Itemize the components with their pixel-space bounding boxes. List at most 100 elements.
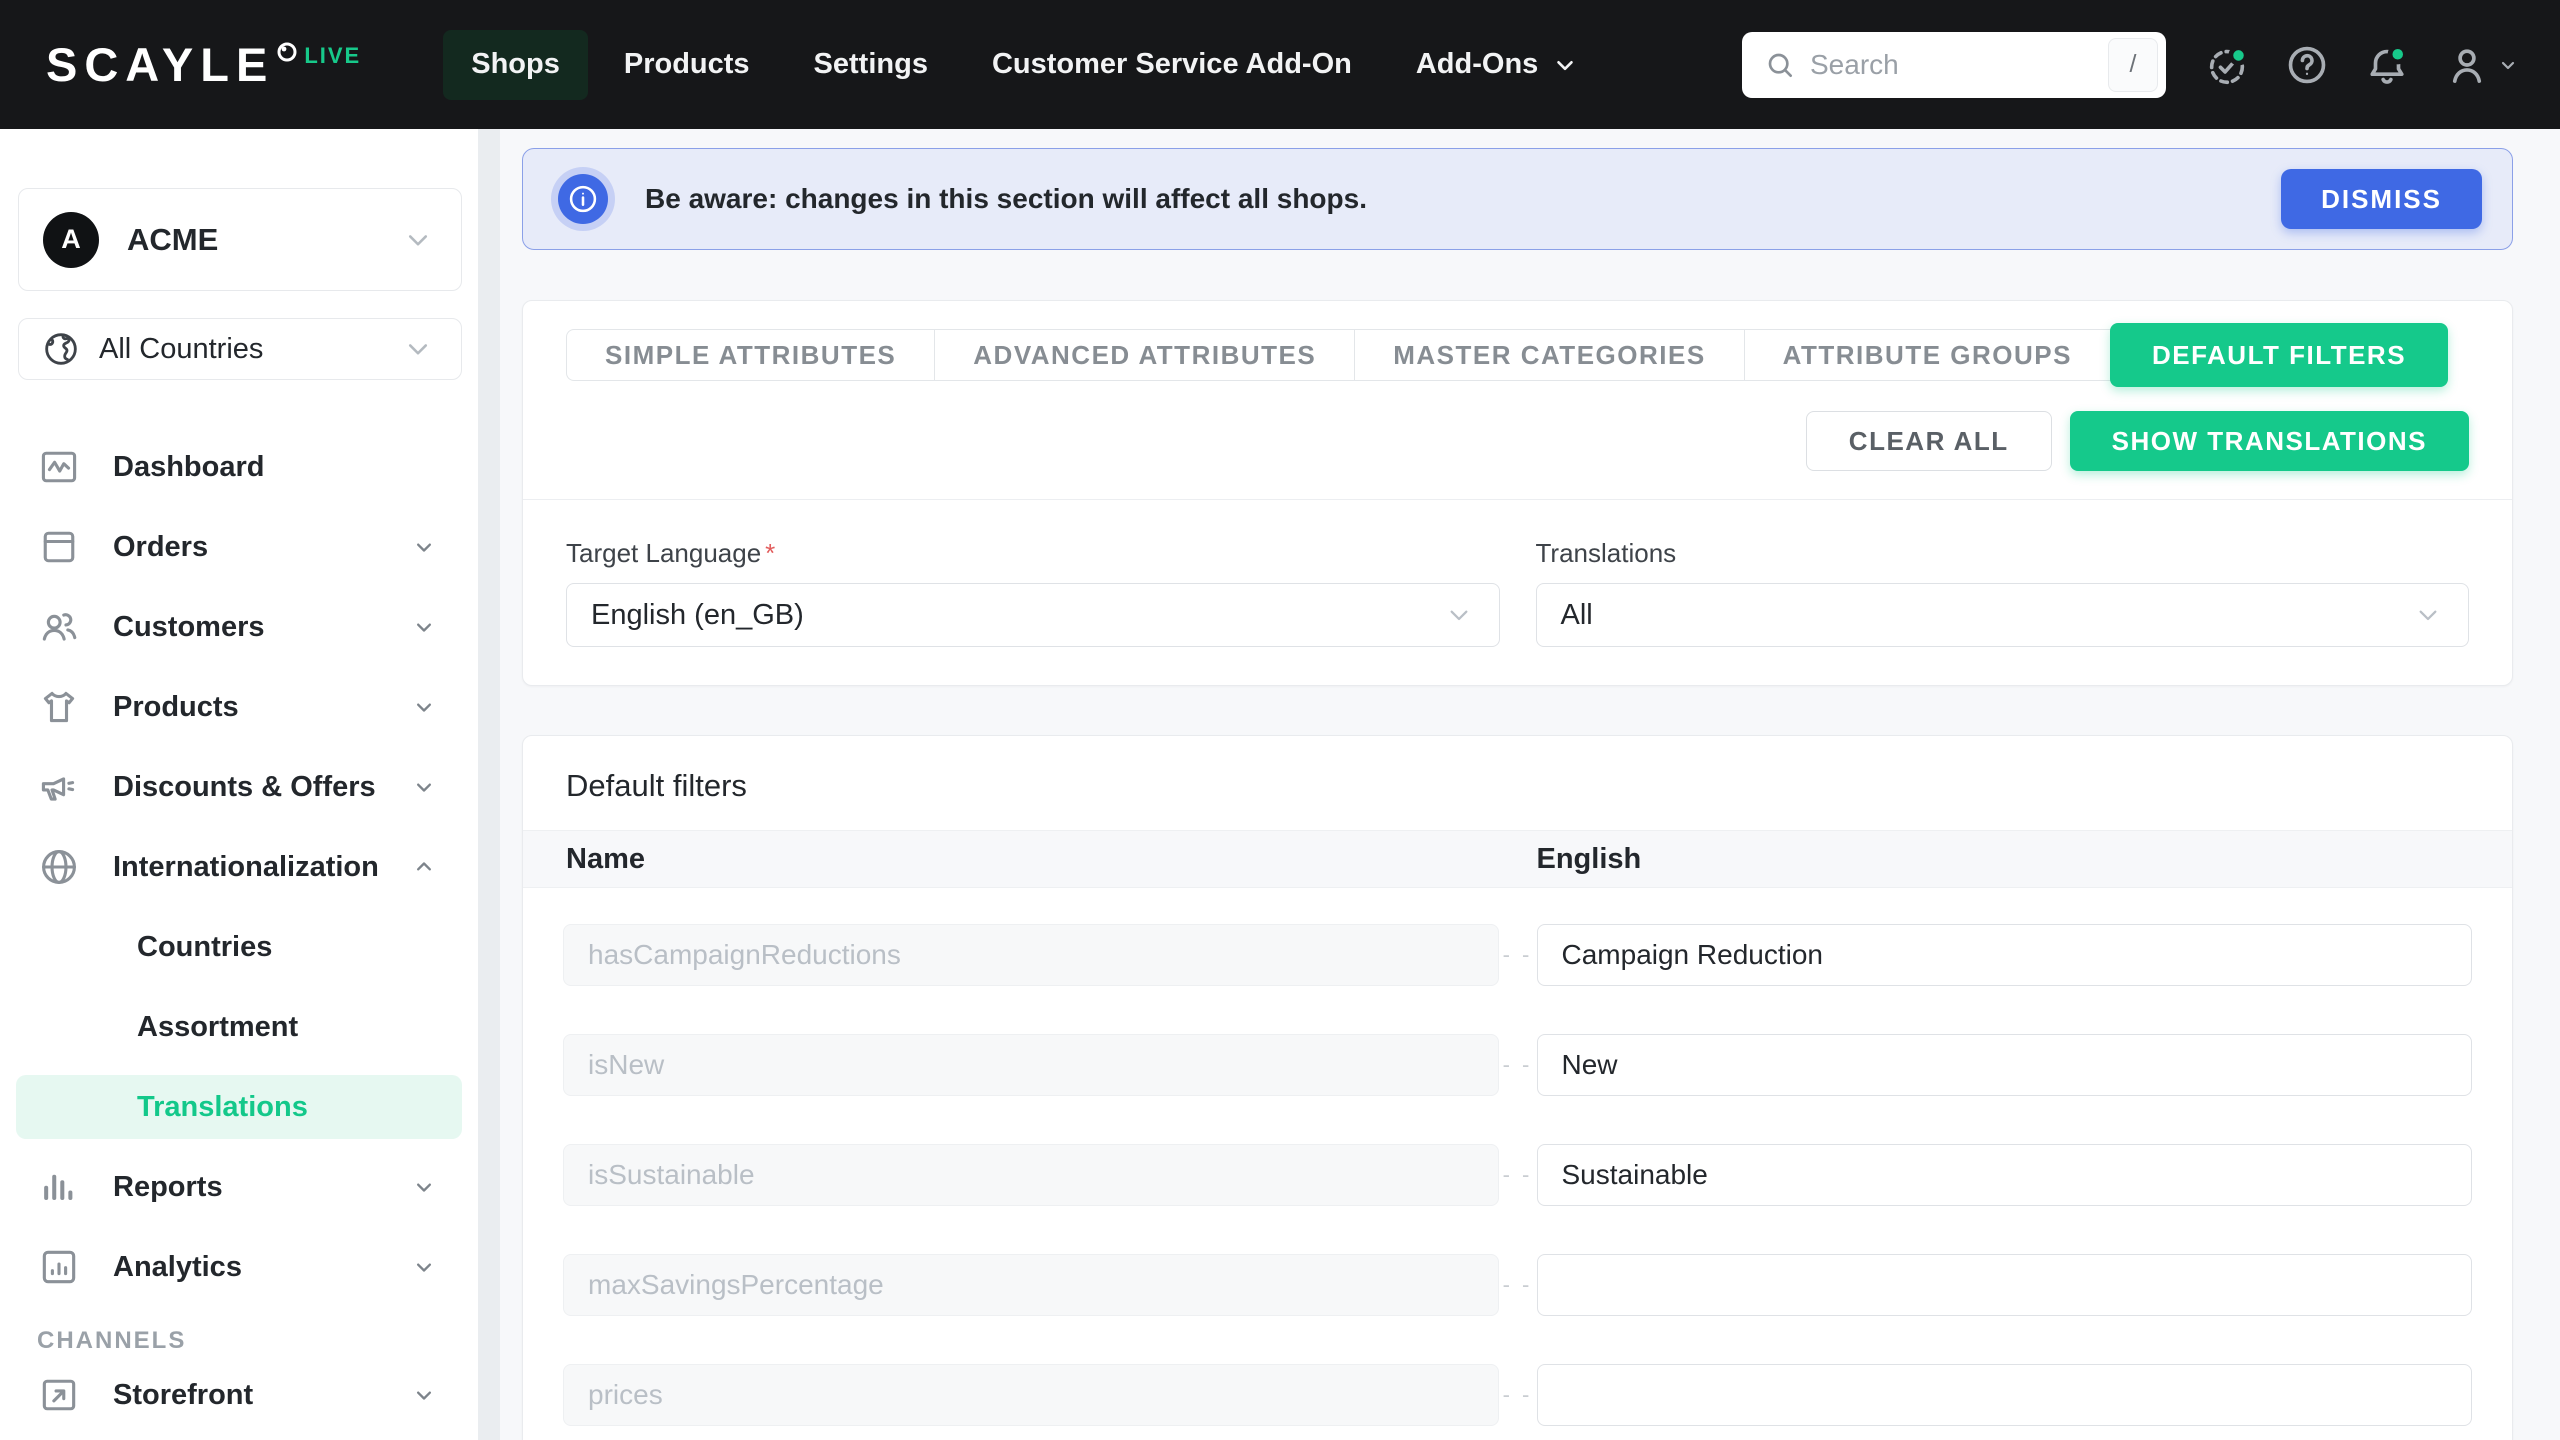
chevron-down-icon — [401, 223, 435, 257]
sidebar-item-dashboard[interactable]: Dashboard — [0, 427, 478, 507]
chevron-down-icon — [2412, 599, 2444, 631]
table-row: - - — [563, 1034, 2472, 1096]
chevron-down-icon — [410, 693, 438, 721]
banner-message: Be aware: changes in this section will a… — [645, 183, 1367, 215]
row-separator: - - — [1499, 1382, 1537, 1408]
search-input[interactable] — [1810, 49, 2108, 81]
sidebar-item-analytics[interactable]: Analytics — [0, 1227, 478, 1307]
nav-item-customer-service-add-on[interactable]: Customer Service Add-On — [964, 30, 1380, 100]
table-row: - - — [563, 1144, 2472, 1206]
column-header-name: Name — [566, 843, 1499, 876]
top-nav: Shops Products Settings Customer Service… — [443, 30, 1606, 100]
filter-rows: - - - - - - - - — [523, 888, 2512, 1440]
search-shortcut-badge: / — [2108, 38, 2158, 92]
tab-attribute-groups[interactable]: ATTRIBUTE GROUPS — [1745, 330, 2111, 380]
tab-simple-attributes[interactable]: SIMPLE ATTRIBUTES — [567, 330, 935, 380]
nav-item-shops[interactable]: Shops — [443, 30, 588, 100]
target-language-value: English (en_GB) — [591, 599, 804, 632]
chevron-down-icon — [410, 1253, 438, 1281]
filters-form: Target Language* English (en_GB) Transla… — [566, 500, 2469, 647]
target-language-label: Target Language* — [566, 538, 1500, 569]
sidebar-item-products[interactable]: Products — [0, 667, 478, 747]
dismiss-button[interactable]: DISMISS — [2281, 169, 2482, 229]
table-row: - - — [563, 1254, 2472, 1316]
chevron-down-icon — [410, 533, 438, 561]
filter-english-input[interactable] — [1537, 1144, 2473, 1206]
topbar-icons — [2204, 42, 2520, 88]
analytics-icon — [37, 1245, 81, 1289]
clear-all-button[interactable]: CLEAR ALL — [1806, 411, 2052, 471]
table-row: - - — [563, 924, 2472, 986]
sidebar-scrollbar[interactable] — [478, 129, 500, 1440]
sidebar-item-assortment[interactable]: Assortment — [0, 987, 478, 1067]
megaphone-icon — [37, 765, 81, 809]
bell-icon[interactable] — [2364, 42, 2410, 88]
sidebar-item-storefront[interactable]: Storefront — [0, 1355, 478, 1435]
tab-group: SIMPLE ATTRIBUTES ADVANCED ATTRIBUTES MA… — [566, 329, 2111, 381]
tab-default-filters[interactable]: DEFAULT FILTERS — [2110, 323, 2448, 387]
default-filters-card: Default filters Name English - - - - — [522, 735, 2513, 1440]
chevron-down-icon — [410, 1173, 438, 1201]
table-row: - - — [563, 1364, 2472, 1426]
nav-item-add-ons[interactable]: Add-Ons — [1388, 30, 1606, 100]
filter-english-input[interactable] — [1537, 924, 2473, 986]
chevron-up-icon — [410, 853, 438, 881]
target-language-field: Target Language* English (en_GB) — [566, 538, 1500, 647]
chevron-down-icon — [1552, 52, 1578, 78]
filter-name-input[interactable] — [563, 1364, 1499, 1426]
sidebar-item-countries[interactable]: Countries — [0, 907, 478, 987]
translations-select[interactable]: All — [1536, 583, 2470, 647]
sidebar: A ACME All Countries Dashboard — [0, 129, 478, 1440]
logo-text: SCAYLE — [46, 35, 274, 95]
country-selector[interactable]: All Countries — [18, 318, 462, 380]
status-icon[interactable] — [2204, 42, 2250, 88]
sidebar-item-reports[interactable]: Reports — [0, 1147, 478, 1227]
table-header: Name English — [523, 830, 2512, 888]
help-icon[interactable] — [2284, 42, 2330, 88]
filter-name-input[interactable] — [563, 924, 1499, 986]
filter-name-input[interactable] — [563, 1254, 1499, 1316]
nav-item-products[interactable]: Products — [596, 30, 778, 100]
search-box[interactable]: / — [1742, 32, 2166, 98]
search-icon — [1764, 49, 1796, 81]
active-item-highlight: Translations — [16, 1075, 462, 1139]
chevron-down-icon — [1443, 599, 1475, 631]
org-name: ACME — [127, 222, 218, 258]
sidebar-menu: Dashboard Orders Customers — [0, 427, 478, 1435]
globe-icon — [41, 329, 81, 369]
info-banner: Be aware: changes in this section will a… — [522, 148, 2513, 250]
target-language-select[interactable]: English (en_GB) — [566, 583, 1500, 647]
country-selector-label: All Countries — [99, 333, 263, 366]
tabs-row: SIMPLE ATTRIBUTES ADVANCED ATTRIBUTES MA… — [566, 323, 2469, 387]
translations-field: Translations All — [1536, 538, 2470, 647]
required-asterisk: * — [765, 538, 775, 568]
filter-english-input[interactable] — [1537, 1254, 2473, 1316]
translations-label: Translations — [1536, 538, 2470, 569]
tab-master-categories[interactable]: MASTER CATEGORIES — [1355, 330, 1744, 380]
column-header-english: English — [1537, 843, 2470, 876]
filter-english-input[interactable] — [1537, 1034, 2473, 1096]
user-menu[interactable] — [2444, 42, 2520, 88]
sidebar-item-orders[interactable]: Orders — [0, 507, 478, 587]
org-selector[interactable]: A ACME — [18, 188, 462, 291]
sidebar-item-customers[interactable]: Customers — [0, 587, 478, 667]
tab-advanced-attributes[interactable]: ADVANCED ATTRIBUTES — [935, 330, 1355, 380]
filter-name-input[interactable] — [563, 1034, 1499, 1096]
row-separator: - - — [1499, 942, 1537, 968]
info-icon — [551, 167, 615, 231]
scayle-logo: SCAYLE LIVE — [46, 35, 361, 95]
main-content: Be aware: changes in this section will a… — [478, 129, 2560, 1440]
sidebar-item-translations[interactable]: Translations — [0, 1067, 478, 1147]
show-translations-button[interactable]: SHOW TRANSLATIONS — [2070, 411, 2469, 471]
sidebar-item-discounts-offers[interactable]: Discounts & Offers — [0, 747, 478, 827]
nav-item-settings[interactable]: Settings — [786, 30, 956, 100]
logo-ring-icon — [276, 41, 298, 63]
filter-english-input[interactable] — [1537, 1364, 2473, 1426]
internationalization-globe-icon — [37, 845, 81, 889]
user-icon — [2444, 42, 2490, 88]
row-separator: - - — [1499, 1052, 1537, 1078]
filter-name-input[interactable] — [563, 1144, 1499, 1206]
translations-value: All — [1561, 599, 1593, 632]
sidebar-item-internationalization[interactable]: Internationalization — [0, 827, 478, 907]
storefront-icon — [37, 1373, 81, 1417]
